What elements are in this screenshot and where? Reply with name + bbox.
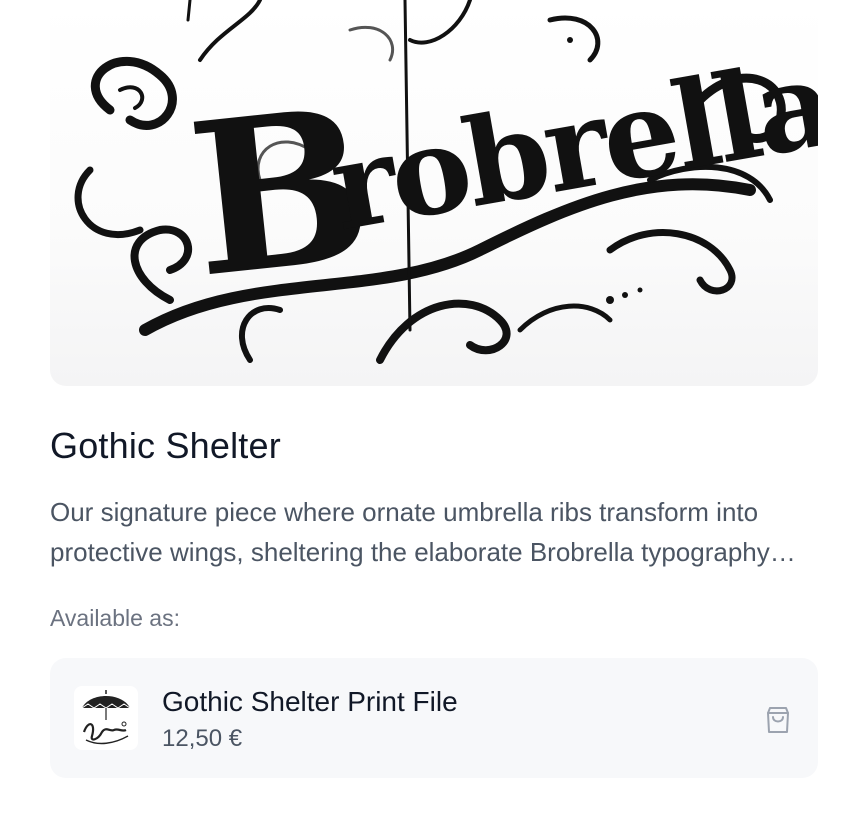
variant-name: Gothic Shelter Print File bbox=[162, 686, 458, 717]
svg-text:robrella: robrella bbox=[321, 32, 818, 259]
brobrella-logo-artwork: B robrella bbox=[74, 0, 818, 364]
variant-card[interactable]: Gothic Shelter Print File 12,50 € bbox=[50, 658, 818, 778]
variant-price: 12,50 € bbox=[162, 725, 243, 752]
product-description: Our signature piece where ornate umbrell… bbox=[50, 497, 770, 567]
product-hero-image[interactable]: B robrella bbox=[50, 0, 818, 386]
product-title: Gothic Shelter bbox=[50, 425, 281, 466]
umbrella-logo-thumbnail-icon bbox=[74, 686, 138, 750]
shopping-bag-icon bbox=[767, 707, 789, 733]
add-to-cart-button[interactable] bbox=[756, 698, 800, 742]
available-as-label: Available as: bbox=[50, 605, 180, 631]
